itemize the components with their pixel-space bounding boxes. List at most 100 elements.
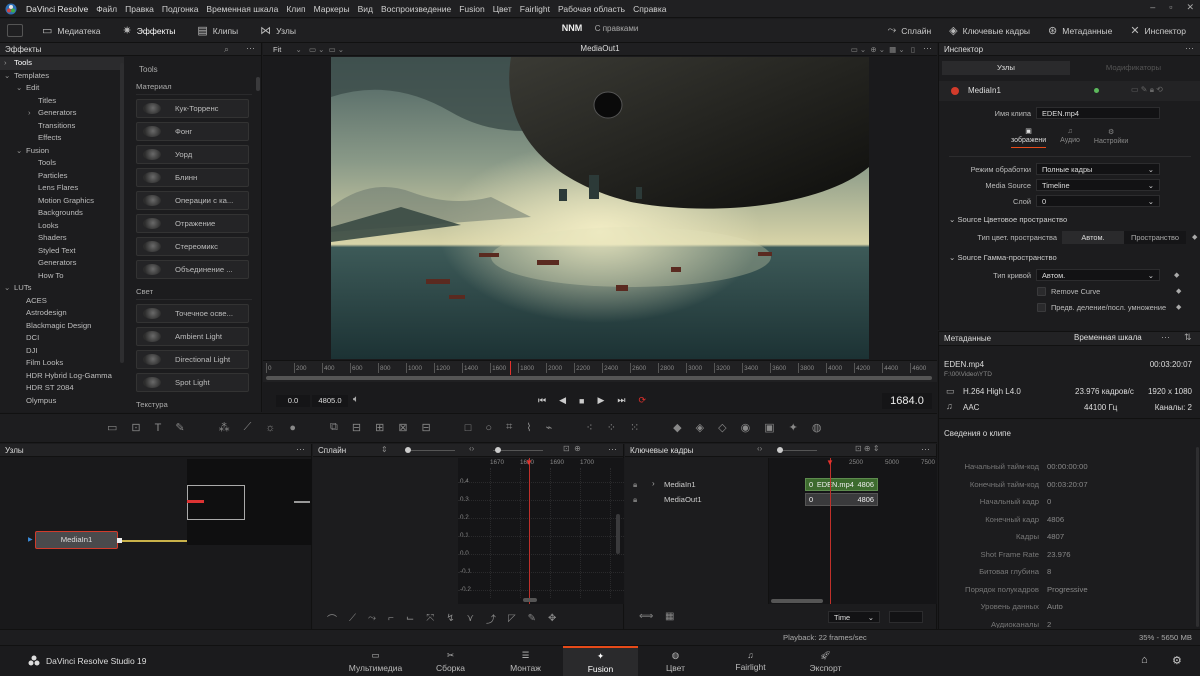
playhead-marker-icon[interactable]: ▼ [525, 458, 533, 467]
tree-item[interactable]: Titles [0, 95, 124, 108]
menu-item[interactable]: Рабочая область [558, 4, 625, 14]
key-tools-icon[interactable]: ✎ [528, 613, 536, 624]
clip-info-value[interactable]: 2 [1047, 620, 1051, 628]
playhead[interactable] [509, 361, 511, 375]
tracker-icon[interactable]: ⌁ [546, 421, 553, 434]
light-tool-icon[interactable]: ☼ [265, 422, 275, 434]
menu-item[interactable]: Цвет [493, 4, 512, 14]
time-stretch-icon[interactable]: ✥ [548, 613, 556, 624]
tree-item[interactable]: Film Looks [0, 357, 124, 370]
tree-item[interactable]: Tools [0, 157, 124, 170]
loop-spline-icon[interactable]: ↯ [446, 613, 454, 624]
move-icon[interactable]: ⟺ [639, 611, 653, 622]
tree-item[interactable]: Blackmagic Design [0, 320, 124, 333]
fit-icon[interactable]: ‹› [757, 444, 762, 453]
clip-info-value[interactable]: 4807 [1047, 532, 1064, 541]
loop-icon[interactable]: ⟳ [639, 395, 647, 406]
toolbar-button[interactable]: ✕ Инспектор [1130, 24, 1186, 37]
effect-item[interactable]: Ambient Light [136, 327, 249, 346]
keyframe-timeline[interactable]: 2500 5000 7500 0 EDEN.mp4 4806 0 4806 ▼ [769, 458, 937, 604]
clip-info-value[interactable]: 0 [1047, 497, 1051, 506]
keyframe-diamond-icon[interactable]: ◆ [1174, 271, 1179, 279]
tree-item[interactable]: Transitions [0, 120, 124, 133]
text3d-icon[interactable]: ◈ [696, 421, 704, 434]
page-tab[interactable]: ✦ Fusion [563, 646, 638, 676]
tree-item[interactable]: › Tools [0, 57, 124, 70]
zoom-slider[interactable] [405, 450, 455, 451]
effect-item[interactable]: Spot Light [136, 373, 249, 392]
options-icon[interactable]: ··· [246, 43, 255, 53]
inspector-options-icon[interactable]: ··· [1185, 43, 1194, 53]
background-tool-icon[interactable]: ▭ [107, 421, 117, 434]
tree-item[interactable]: Astrodesign [0, 307, 124, 320]
menu-item[interactable]: Fusion [459, 4, 485, 14]
paint-tool-icon[interactable]: ⊡ [131, 421, 140, 434]
tree-item[interactable]: How To [0, 270, 124, 283]
tab-modifiers[interactable]: Модификаторы [1070, 61, 1197, 75]
effect-item[interactable]: Объединение ... [136, 260, 249, 279]
tree-item[interactable]: Olympus [0, 395, 124, 408]
clip-name-field[interactable]: EDEN.mp4 [1036, 107, 1160, 119]
nodes-options-icon[interactable]: ··· [296, 444, 305, 454]
subtab[interactable]: ⚙ Настройки [1094, 128, 1128, 148]
color-space-auto[interactable]: Автом. [1062, 230, 1124, 244]
table-icon[interactable]: ▦ [665, 611, 674, 622]
close-icon[interactable]: ✕ [1186, 2, 1194, 13]
time-dropdown[interactable]: Time ⌄ [828, 611, 880, 623]
tree-item[interactable]: DJI [0, 345, 124, 358]
resize-tool-icon[interactable]: ⊞ [375, 421, 384, 434]
viewer-tools-icon[interactable]: ▭ ⌄ ⊕ ⌄ ▦ ⌄ ▯ [851, 45, 915, 54]
field-dropdown[interactable]: Timeline ⌄ [1036, 179, 1160, 191]
list-scrollbar[interactable] [256, 77, 260, 91]
play-reverse-icon[interactable]: ◀ [559, 395, 566, 406]
node-mediain1[interactable]: MediaIn1 [35, 531, 118, 549]
keyframe-diamond-icon[interactable]: ◆ [1176, 303, 1181, 311]
viewer-options-icon[interactable]: ··· [923, 43, 932, 53]
particle-emitter-icon[interactable]: ⁖ [586, 421, 592, 434]
node-tools-icon[interactable]: ▭ ✎ 🔒︎ ⟲ [1131, 85, 1163, 95]
current-frame[interactable]: 1684.0 [882, 393, 932, 409]
tree-item[interactable]: Looks [0, 220, 124, 233]
polygon-mask-icon[interactable]: ⌗ [506, 421, 512, 434]
page-tab[interactable]: ♫ Fairlight [713, 646, 788, 676]
keyframe-diamond-icon[interactable]: ◆ [1176, 287, 1181, 295]
clip-info-value[interactable]: 8 [1047, 567, 1051, 576]
tree-item[interactable]: Generators [0, 257, 124, 270]
tree-item[interactable]: Effects [0, 132, 124, 145]
menu-item[interactable]: Клип [286, 4, 305, 14]
sort-icon[interactable]: ⇕ [381, 445, 388, 454]
subtab[interactable]: ▣ зображени [1011, 127, 1047, 148]
text-tool-icon[interactable]: T [155, 422, 162, 434]
tree-item[interactable]: ⌄ Edit [0, 82, 124, 95]
ellipse-mask-icon[interactable]: ○ [485, 422, 492, 434]
pre-divide-checkbox[interactable] [1037, 302, 1046, 312]
kf-zoom-knob[interactable] [777, 447, 783, 453]
clip-bar-mediain1[interactable]: 0 EDEN.mp4 4806 [805, 478, 878, 491]
linear-icon[interactable]: ⟋ [349, 613, 356, 624]
tree-item[interactable]: ACES [0, 295, 124, 308]
effect-item[interactable]: Уорд [136, 145, 249, 164]
tab-nodes[interactable]: Узлы [942, 61, 1070, 75]
lock-icon[interactable]: 🔒︎ [633, 495, 637, 505]
effect-item[interactable]: Отражение [136, 214, 249, 233]
tree-item[interactable]: HDR ST 2084 [0, 382, 124, 395]
subtab[interactable]: ♫ Аудио [1060, 128, 1080, 147]
track-mediain1[interactable]: MediaIn1 [664, 480, 696, 489]
spline-graph[interactable]: 1670 1680 1690 1700 0.4 0.3 0.2 0.1 0.0 -0.1 -0.2… [458, 458, 624, 604]
field-dropdown[interactable]: 0 ⌄ [1036, 195, 1160, 207]
enabled-dot-icon[interactable] [1094, 88, 1099, 93]
playhead[interactable] [830, 458, 831, 604]
toolbar-button[interactable]: ⊛ Метаданные [1048, 24, 1112, 37]
effect-item[interactable]: Кук-Торренс [136, 99, 249, 118]
color-space-section[interactable]: ⌄ Source Цветовое пространство [949, 215, 1067, 224]
spline-scrollbar[interactable] [616, 514, 620, 554]
menu-item[interactable]: Правка [125, 4, 154, 14]
channel-tool-icon[interactable]: ⊟ [422, 421, 431, 434]
jump-end-icon[interactable]: ⏭︎ [617, 395, 625, 406]
tree-item[interactable]: Motion Graphics [0, 195, 124, 208]
clip-info-value[interactable]: Auto [1047, 602, 1063, 611]
tree-item[interactable]: Backgrounds [0, 207, 124, 220]
tree-item[interactable]: DCI [0, 332, 124, 345]
blur-tool-icon[interactable]: ● [289, 422, 296, 434]
tree-item[interactable]: ⌄ Templates [0, 70, 124, 83]
